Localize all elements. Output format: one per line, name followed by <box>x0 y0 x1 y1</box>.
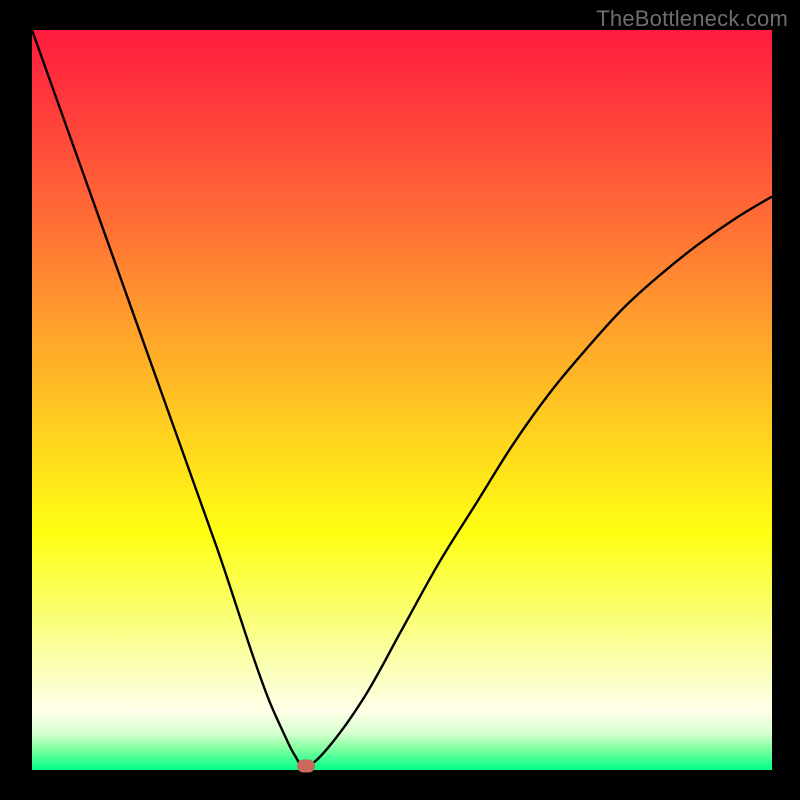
minimum-marker <box>297 760 315 773</box>
watermark-text: TheBottleneck.com <box>596 6 788 32</box>
bottleneck-curve <box>32 30 772 770</box>
plot-area <box>32 30 772 770</box>
